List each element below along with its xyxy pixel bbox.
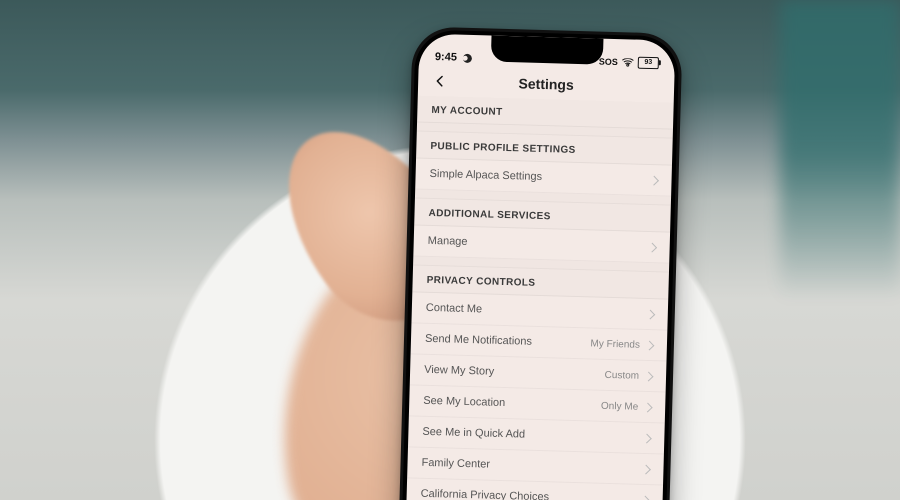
chevron-right-icon — [644, 340, 654, 350]
wifi-icon — [622, 58, 634, 67]
phone-frame: 9:45 SOS 93 — [397, 26, 682, 500]
battery-level: 93 — [644, 59, 652, 66]
row-label: See Me in Quick Add — [422, 426, 525, 441]
chevron-right-icon — [647, 242, 657, 252]
phone-screen: 9:45 SOS 93 — [405, 34, 676, 500]
chevron-right-icon — [649, 175, 659, 185]
photo-background: 9:45 SOS 93 — [0, 0, 900, 500]
row-label: See My Location — [423, 395, 505, 409]
settings-list[interactable]: MY ACCOUNT PUBLIC PROFILE SETTINGS Simpl… — [405, 96, 674, 500]
status-sos: SOS — [599, 57, 618, 68]
row-value: Only Me — [601, 400, 639, 412]
row-label: Simple Alpaca Settings — [429, 168, 542, 183]
chevron-right-icon — [641, 464, 651, 474]
notch — [491, 36, 604, 65]
chevron-right-icon — [640, 495, 650, 500]
row-value: Custom — [604, 369, 639, 381]
row-label: Family Center — [421, 457, 490, 471]
chevron-right-icon — [642, 433, 652, 443]
status-time: 9:45 — [435, 51, 457, 64]
chevron-right-icon — [643, 402, 653, 412]
do-not-disturb-icon — [461, 52, 473, 64]
battery-icon: 93 — [638, 57, 659, 70]
row-label: California Privacy Choices — [421, 488, 550, 500]
row-label: Contact Me — [426, 302, 483, 316]
row-label: Manage — [428, 235, 468, 248]
chevron-right-icon — [645, 309, 655, 319]
row-label: Send Me Notifications — [425, 333, 532, 348]
chevron-right-icon — [644, 371, 654, 381]
row-label: View My Story — [424, 364, 494, 378]
row-value: My Friends — [590, 338, 640, 350]
